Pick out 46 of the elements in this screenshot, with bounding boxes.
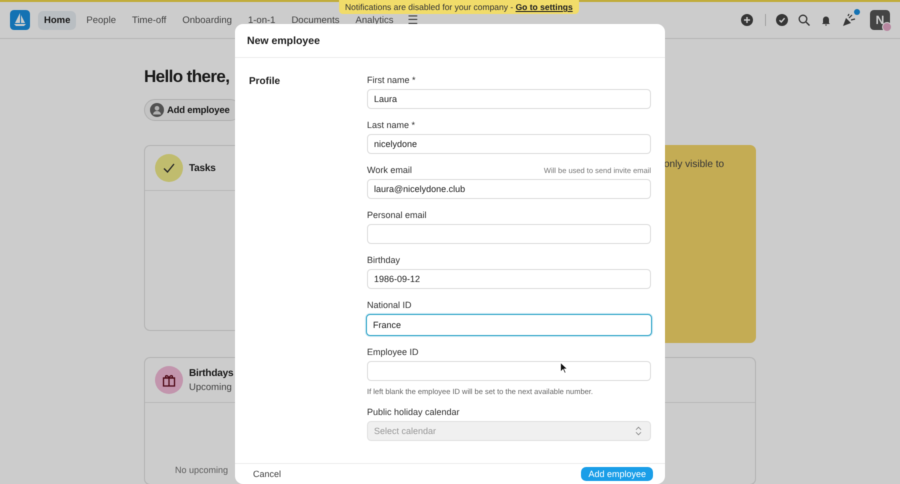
bell-icon[interactable] (820, 14, 832, 26)
field-label: Work email (367, 165, 412, 175)
gift-icon (155, 366, 183, 394)
check-circle-icon[interactable] (776, 14, 788, 26)
party-popper-icon[interactable] (842, 13, 856, 27)
nav-tab[interactable]: Time-off (126, 10, 172, 30)
banner-text: Notifications are disabled for your company - (345, 2, 514, 12)
field-label: Birthday (367, 255, 400, 265)
field-label: Last name * (367, 120, 416, 130)
person-icon (150, 103, 164, 117)
avatar-initial: N (876, 13, 884, 27)
chevron-updown-icon (635, 426, 642, 436)
user-avatar[interactable]: N (870, 10, 890, 30)
notice-text: only visible to (664, 159, 724, 170)
card-subtitle: Upcoming (189, 382, 233, 392)
nav-tab[interactable]: Home (38, 10, 76, 30)
input-field[interactable]: France (366, 314, 652, 336)
cancel-button[interactable]: Cancel (249, 467, 286, 481)
card-title: Tasks (189, 162, 216, 174)
empty-state-text: No upcoming (175, 465, 228, 475)
input-field[interactable] (367, 361, 651, 381)
plus-circle-icon[interactable] (741, 14, 753, 26)
checkmark-icon (155, 154, 183, 182)
section-label: Profile (249, 76, 280, 87)
menu-icon[interactable]: ☰ (408, 13, 419, 27)
input-field[interactable] (367, 224, 651, 244)
mouse-cursor-icon (560, 362, 568, 374)
nav-tab[interactable]: Onboarding (176, 10, 238, 30)
greeting-heading: Hello there, (144, 67, 230, 87)
notification-dot (854, 9, 860, 15)
nav-tab[interactable]: People (80, 10, 122, 30)
input-field[interactable]: laura@nicelydone.club (367, 179, 651, 199)
dialog-title: New employee (247, 34, 320, 46)
status-badge (882, 22, 892, 32)
field-label: Personal email (367, 210, 427, 220)
field-label: First name * (367, 75, 416, 85)
input-field[interactable]: nicelydone (367, 134, 651, 154)
input-field[interactable]: Laura (367, 89, 651, 109)
field-label: National ID (367, 300, 412, 310)
search-icon[interactable] (798, 14, 810, 26)
settings-link[interactable]: Go to settings (516, 2, 573, 12)
sailboat-logo-icon[interactable] (10, 10, 30, 30)
input-field[interactable]: 1986-09-12 (367, 269, 651, 289)
field-label: Employee ID (367, 347, 419, 357)
field-label: Public holiday calendar (367, 407, 460, 417)
card-title: Birthdays (189, 368, 234, 378)
